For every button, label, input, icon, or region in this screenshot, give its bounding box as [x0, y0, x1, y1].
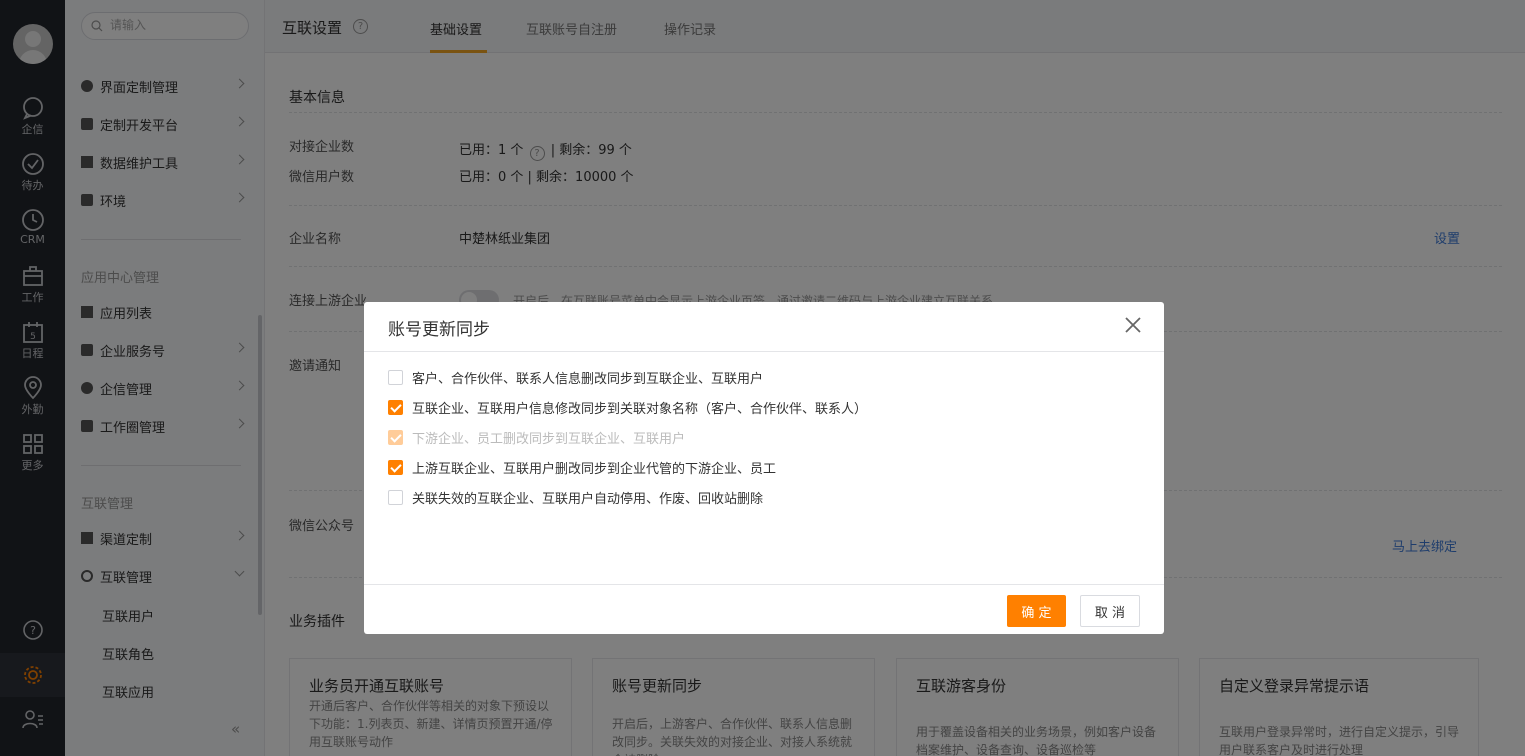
- checkbox-checked[interactable]: [388, 399, 403, 415]
- checkbox-checked-disabled: [388, 429, 403, 445]
- option-label: 关联失效的互联企业、互联用户自动停用、作废、回收站删除: [412, 491, 764, 507]
- dialog-title: 账号更新同步: [388, 320, 490, 340]
- close-icon[interactable]: [1122, 314, 1144, 336]
- checkbox[interactable]: [388, 489, 403, 505]
- confirm-button[interactable]: 确 定: [1007, 595, 1066, 627]
- option-label: 上游互联企业、互联用户删改同步到企业代管的下游企业、员工: [412, 461, 777, 477]
- sync-option-2[interactable]: 互联企业、互联用户信息修改同步到关联对象名称（客户、合作伙伴、联系人）: [388, 398, 868, 417]
- checkbox[interactable]: [388, 369, 403, 385]
- option-label: 客户、合作伙伴、联系人信息删改同步到互联企业、互联用户: [412, 371, 764, 387]
- dialog-divider: [364, 351, 1164, 352]
- sync-option-3: 下游企业、员工删改同步到互联企业、互联用户: [388, 428, 686, 447]
- sync-option-5[interactable]: 关联失效的互联企业、互联用户自动停用、作废、回收站删除: [388, 488, 764, 507]
- checkbox-checked[interactable]: [388, 459, 403, 475]
- account-sync-dialog: 账号更新同步 客户、合作伙伴、联系人信息删改同步到互联企业、互联用户 互联企业、…: [364, 302, 1164, 634]
- cancel-button[interactable]: 取 消: [1080, 595, 1140, 627]
- option-label: 互联企业、互联用户信息修改同步到关联对象名称（客户、合作伙伴、联系人）: [412, 401, 868, 417]
- dialog-divider: [364, 584, 1164, 585]
- option-label: 下游企业、员工删改同步到互联企业、互联用户: [412, 431, 686, 447]
- sync-option-4[interactable]: 上游互联企业、互联用户删改同步到企业代管的下游企业、员工: [388, 458, 777, 477]
- sync-option-1[interactable]: 客户、合作伙伴、联系人信息删改同步到互联企业、互联用户: [388, 368, 764, 387]
